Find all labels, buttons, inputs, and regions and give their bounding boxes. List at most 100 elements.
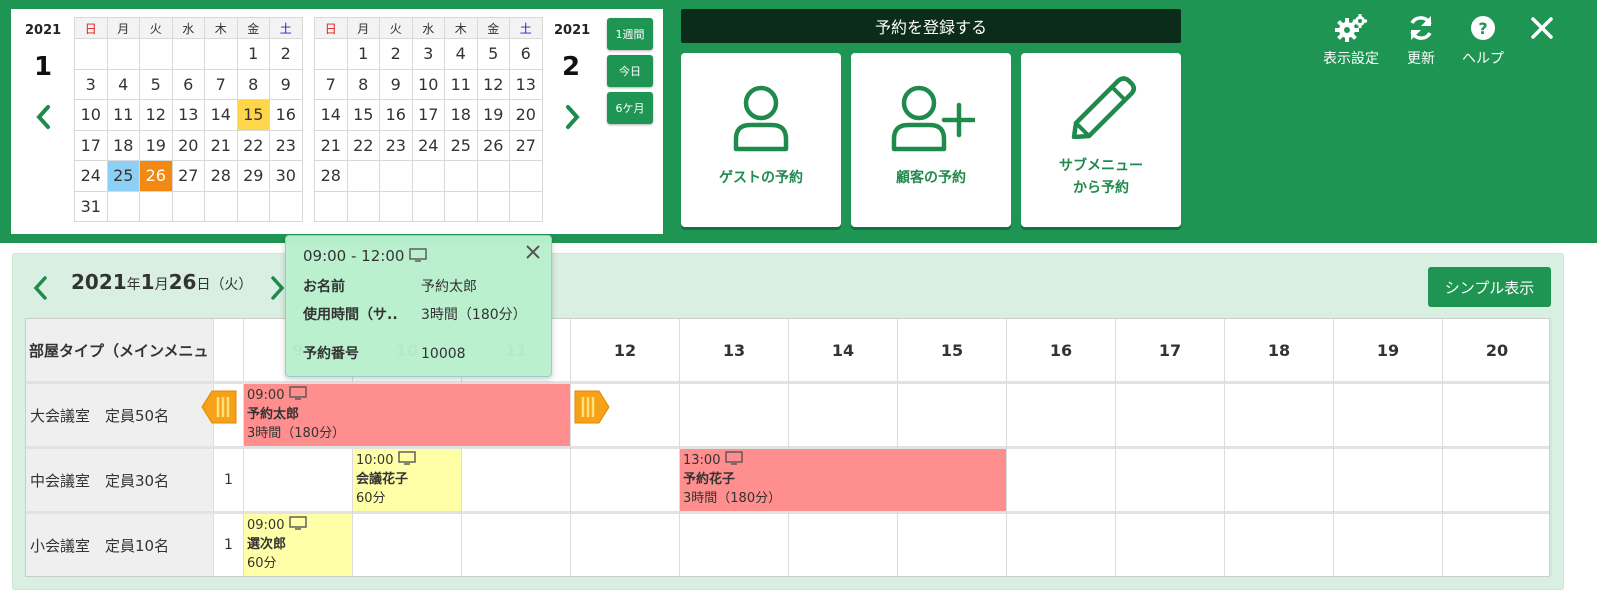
monitor-icon xyxy=(397,451,416,465)
booking-block[interactable]: 13:00 予約花子 3時間（180分） xyxy=(680,449,1006,511)
calendar-day[interactable]: 8 xyxy=(236,68,270,100)
calendar-day[interactable]: 26 xyxy=(476,129,510,161)
resize-handle-left-icon[interactable] xyxy=(200,387,238,427)
today-button[interactable]: 今日 xyxy=(607,55,653,87)
calendar-day[interactable]: 16 xyxy=(379,99,413,131)
calendar-day[interactable]: 12 xyxy=(476,68,510,100)
calendar-day[interactable]: 27 xyxy=(509,129,543,161)
calendar-day[interactable]: 15 xyxy=(346,99,380,131)
calendar-empty-cell xyxy=(476,190,510,222)
cal1-month: 1 xyxy=(34,52,53,82)
calendar-day[interactable]: 5 xyxy=(139,68,173,100)
prev-month-icon[interactable] xyxy=(32,104,56,130)
calendar-day[interactable]: 11 xyxy=(444,68,478,100)
calendar-day[interactable]: 7 xyxy=(314,68,348,100)
calendar-day[interactable]: 20 xyxy=(171,129,205,161)
calendar-day[interactable]: 24 xyxy=(74,160,108,192)
calendar-day[interactable]: 17 xyxy=(411,99,445,131)
six-month-button[interactable]: 6ケ月 xyxy=(607,92,653,124)
calendar-day[interactable]: 4 xyxy=(106,68,140,100)
calendar-day[interactable]: 11 xyxy=(106,99,140,131)
calendar-day[interactable]: 25 xyxy=(444,129,478,161)
prev-day-icon[interactable] xyxy=(31,275,49,301)
next-month-icon[interactable] xyxy=(560,104,584,130)
calendar-day[interactable]: 27 xyxy=(171,160,205,192)
calendar-day[interactable]: 22 xyxy=(346,129,380,161)
calendar-day[interactable]: 2 xyxy=(269,38,303,70)
popup-name-row: お名前 予約太郎 xyxy=(303,276,477,296)
room-name: 小会議室 定員10名 xyxy=(26,514,214,576)
calendar-empty-cell xyxy=(509,160,543,192)
guest-reservation-button[interactable]: ゲストの予約 xyxy=(681,53,841,227)
calendar-day[interactable]: 15 xyxy=(236,99,270,131)
calendar-empty-cell xyxy=(74,38,108,70)
calendar-day[interactable]: 6 xyxy=(171,68,205,100)
resize-handle-right-icon[interactable] xyxy=(573,387,611,427)
help-button[interactable]: ? ヘルプ xyxy=(1456,14,1510,68)
calendar-day[interactable]: 31 xyxy=(74,190,108,222)
calendar-day[interactable]: 28 xyxy=(314,160,348,192)
calendar-day[interactable]: 10 xyxy=(411,68,445,100)
calendar-day[interactable]: 13 xyxy=(171,99,205,131)
calendar-day[interactable]: 16 xyxy=(269,99,303,131)
calendar-empty-cell xyxy=(379,160,413,192)
one-week-button[interactable]: 1週間 xyxy=(607,18,653,50)
guest-reservation-label: ゲストの予約 xyxy=(719,170,803,186)
calendar-day[interactable]: 4 xyxy=(444,38,478,70)
calendar-day[interactable]: 30 xyxy=(269,160,303,192)
refresh-button[interactable]: 更新 xyxy=(1401,14,1441,68)
calendar-day[interactable]: 13 xyxy=(509,68,543,100)
calendar-day[interactable]: 17 xyxy=(74,129,108,161)
booking-detail-popup: 09:00 - 12:00 お名前 予約太郎 使用時間（サ.. 3時間（180分） … xyxy=(285,235,552,377)
calendar-day[interactable]: 2 xyxy=(379,38,413,70)
calendar-day[interactable]: 6 xyxy=(509,38,543,70)
calendar-day[interactable]: 24 xyxy=(411,129,445,161)
top-bar: 2021 1 日月火水木金土 1 2 3 4 5 6 7 8 9 10 11 12 13 14 15 16 17 1… xyxy=(0,0,1597,243)
customer-reservation-button[interactable]: 顧客の予約 xyxy=(851,53,1011,227)
calendar-day[interactable]: 26 xyxy=(139,160,173,192)
calendar-day[interactable]: 14 xyxy=(204,99,238,131)
calendar-day[interactable]: 25 xyxy=(106,160,140,192)
calendar-day[interactable]: 8 xyxy=(346,68,380,100)
calendar-empty-cell xyxy=(204,38,238,70)
calendar-day[interactable]: 22 xyxy=(236,129,270,161)
calendar-day[interactable]: 21 xyxy=(314,129,348,161)
calendar-day[interactable]: 1 xyxy=(236,38,270,70)
calendar-day[interactable]: 12 xyxy=(139,99,173,131)
calendar-day[interactable]: 5 xyxy=(476,38,510,70)
calendar-day[interactable]: 3 xyxy=(74,68,108,100)
calendar-day[interactable]: 9 xyxy=(379,68,413,100)
calendar-day[interactable]: 19 xyxy=(139,129,173,161)
calendar-day[interactable]: 7 xyxy=(204,68,238,100)
calendar-day[interactable]: 20 xyxy=(509,99,543,131)
date-day-unit: 日 xyxy=(196,277,211,293)
calendar-day[interactable]: 29 xyxy=(236,160,270,192)
calendar-day[interactable]: 18 xyxy=(106,129,140,161)
simple-view-button[interactable]: シンプル表示 xyxy=(1428,267,1551,307)
calendar-day[interactable]: 23 xyxy=(379,129,413,161)
cal2-year: 2021 xyxy=(554,23,591,38)
calendar-day[interactable]: 9 xyxy=(269,68,303,100)
calendar-day[interactable]: 10 xyxy=(74,99,108,131)
calendar-day[interactable]: 21 xyxy=(204,129,238,161)
display-settings-button[interactable]: 表示設定 xyxy=(1316,14,1386,68)
booking-duration: 60分 xyxy=(247,556,277,571)
booking-name: 選次郎 xyxy=(247,537,287,552)
popup-close-icon[interactable] xyxy=(523,242,543,262)
popup-number-label: 予約番号 xyxy=(303,346,359,362)
calendar-day[interactable]: 14 xyxy=(314,99,348,131)
booking-block[interactable]: 09:00 予約太郎 3時間（180分） xyxy=(244,384,570,446)
schedule-grid: 部屋タイプ（メインメニュ 91011121314151617181920 大会議… xyxy=(25,318,1552,577)
calendar-day[interactable]: 3 xyxy=(411,38,445,70)
calendar-day[interactable]: 1 xyxy=(346,38,380,70)
calendar-day[interactable]: 28 xyxy=(204,160,238,192)
booking-block[interactable]: 10:00 会議花子 60分 xyxy=(353,449,461,511)
calendar-day[interactable]: 19 xyxy=(476,99,510,131)
calendar-day[interactable]: 18 xyxy=(444,99,478,131)
close-icon[interactable] xyxy=(1530,16,1554,40)
date-weekday: （火） xyxy=(210,277,253,293)
calendar-day[interactable]: 23 xyxy=(269,129,303,161)
booking-block[interactable]: 09:00 選次郎 60分 xyxy=(244,514,352,576)
submenu-reservation-button[interactable]: サブメニュー から予約 xyxy=(1021,53,1181,227)
weekday-header: 金 xyxy=(236,17,270,39)
